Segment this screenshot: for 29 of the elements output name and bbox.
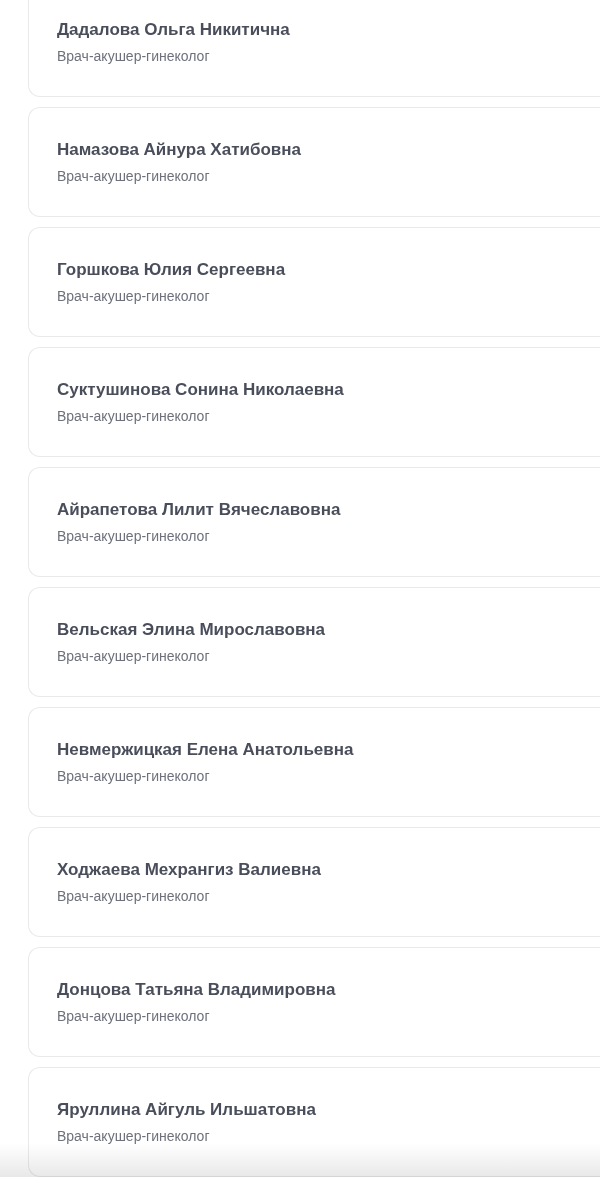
doctor-specialty: Врач-акушер-гинеколог [57,527,210,545]
doctor-name: Яруллина Айгуль Ильшатовна [57,1099,316,1121]
doctor-card[interactable]: Вельская Элина Мирославовна Врач-акушер-гинеколог [28,587,600,697]
doctor-specialty: Врач-акушер-гинеколог [57,1007,210,1025]
doctor-name: Намазова Айнура Хатибовна [57,139,301,161]
doctor-name: Суктушинова Сонина Николаевна [57,379,344,401]
doctor-name: Ходжаева Мехрангиз Валиевна [57,859,321,881]
doctor-name: Айрапетова Лилит Вячеславовна [57,499,341,521]
doctor-name: Донцова Татьяна Владимировна [57,979,336,1001]
doctor-specialty: Врач-акушер-гинеколог [57,47,210,65]
doctor-specialty: Врач-акушер-гинеколог [57,647,210,665]
doctor-card[interactable]: Намазова Айнура Хатибовна Врач-акушер-гинеколог [28,107,600,217]
doctor-name: Вельская Элина Мирославовна [57,619,326,641]
doctor-card[interactable]: Горшкова Юлия Сергеевна Врач-акушер-гинеколог [28,227,600,337]
doctor-card[interactable]: Невмержицкая Елена Анатольевна Врач-акушер-гинеколог [28,707,600,817]
doctor-name: Дадалова Ольга Никитична [57,19,290,41]
doctor-specialty: Врач-акушер-гинеколог [57,1127,210,1145]
doctor-specialty: Врач-акушер-гинеколог [57,167,210,185]
doctor-card[interactable]: Суктушинова Сонина Николаевна Врач-акушер-гинеколог [28,347,600,457]
doctor-name: Горшкова Юлия Сергеевна [57,259,286,281]
doctor-name: Невмержицкая Елена Анатольевна [57,739,354,761]
doctor-card[interactable]: Айрапетова Лилит Вячеславовна Врач-акушер-гинеколог [28,467,600,577]
doctor-specialty: Врач-акушер-гинеколог [57,767,210,785]
doctor-card[interactable]: Ходжаева Мехрангиз Валиевна Врач-акушер-гинеколог [28,827,600,937]
doctor-specialty: Врач-акушер-гинеколог [57,887,210,905]
doctor-specialty: Врач-акушер-гинеколог [57,287,210,305]
doctor-specialty: Врач-акушер-гинеколог [57,407,210,425]
doctor-card[interactable]: Дадалова Ольга Никитична Врач-акушер-гинеколог [28,0,600,97]
doctor-card[interactable]: Донцова Татьяна Владимировна Врач-акушер-гинеколог [28,947,600,1057]
